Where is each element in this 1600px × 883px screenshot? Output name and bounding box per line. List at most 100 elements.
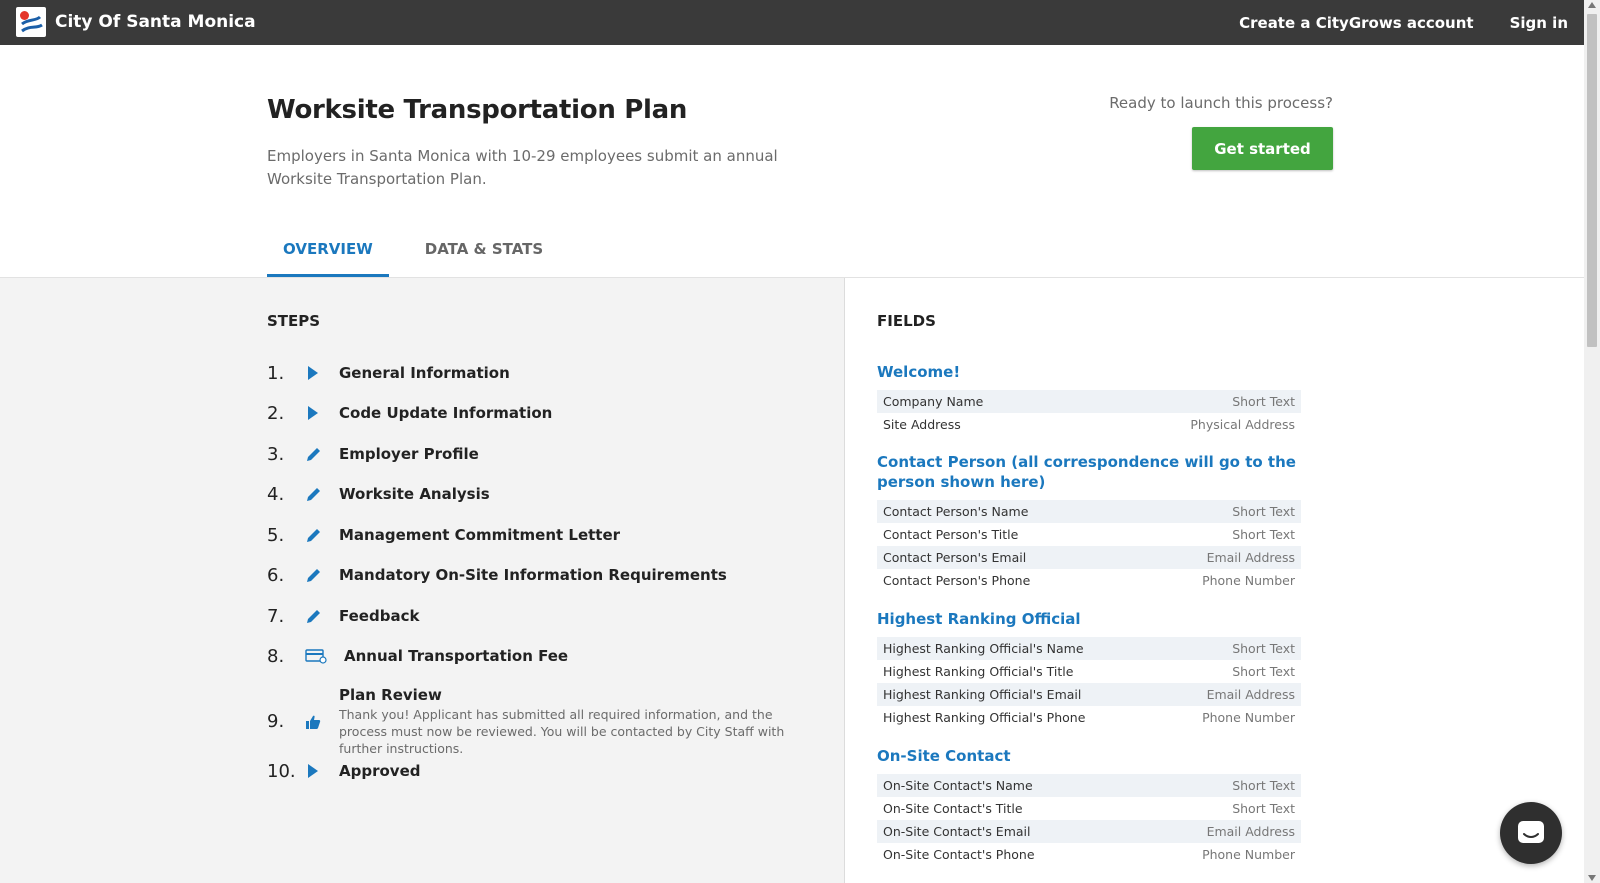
field-row: Highest Ranking Official's Title Short Te… bbox=[877, 660, 1301, 683]
brand-home-link[interactable]: City Of Santa Monica bbox=[16, 7, 256, 37]
field-row: On-Site Contact's Name Short Text bbox=[877, 774, 1301, 797]
field-type: Phone Number bbox=[1202, 573, 1295, 588]
step-number: 8. bbox=[267, 645, 285, 667]
field-name: On-Site Contact's Email bbox=[883, 824, 1031, 839]
field-row: On-Site Contact's Title Short Text bbox=[877, 797, 1301, 820]
page-subtitle: Employers in Santa Monica with 10-29 emp… bbox=[267, 147, 778, 188]
field-type: Phone Number bbox=[1202, 847, 1295, 862]
step-label: Worksite Analysis bbox=[339, 485, 490, 503]
field-group-title: Contact Person (all correspondence will … bbox=[877, 453, 1296, 491]
field-type: Short Text bbox=[1232, 801, 1295, 816]
step-label: Employer Profile bbox=[339, 445, 479, 463]
create-account-link[interactable]: Create a CityGrows account bbox=[1239, 14, 1473, 32]
field-type: Short Text bbox=[1232, 664, 1295, 679]
field-name: Contact Person's Phone bbox=[883, 573, 1031, 588]
step-label: Feedback bbox=[339, 607, 420, 625]
sign-in-link[interactable]: Sign in bbox=[1510, 14, 1568, 32]
step-item: 3. Employer Profile bbox=[267, 443, 479, 465]
play-icon bbox=[305, 760, 339, 782]
pencil-icon bbox=[305, 524, 339, 546]
step-number: 3. bbox=[267, 443, 285, 465]
field-name: Highest Ranking Official's Title bbox=[883, 664, 1074, 679]
step-label: Approved bbox=[339, 762, 421, 780]
field-name: Contact Person's Email bbox=[883, 550, 1027, 565]
step-label: Management Commitment Letter bbox=[339, 526, 621, 544]
step-label: Plan Review bbox=[339, 686, 442, 704]
field-row: Highest Ranking Official's Name Short Tex… bbox=[877, 637, 1301, 660]
field-row: Company Name Short Text bbox=[877, 390, 1301, 413]
field-type: Email Address bbox=[1206, 550, 1295, 565]
play-icon bbox=[305, 362, 339, 384]
field-name: On-Site Contact's Phone bbox=[883, 847, 1035, 862]
field-row: Contact Person's Phone Phone Number bbox=[877, 569, 1301, 592]
field-row: Site Address Physical Address bbox=[877, 413, 1301, 436]
tab-overview[interactable]: OVERVIEW bbox=[267, 236, 389, 278]
field-name: Company Name bbox=[883, 394, 984, 409]
tab-data-stats[interactable]: DATA & STATS bbox=[409, 236, 559, 278]
step-item: 5. Management Commitment Letter bbox=[267, 524, 620, 546]
step-number: 9. bbox=[267, 711, 285, 732]
field-name: Highest Ranking Official's Email bbox=[883, 687, 1082, 702]
field-type: Short Text bbox=[1232, 504, 1295, 519]
field-name: Highest Ranking Official's Phone bbox=[883, 710, 1086, 725]
pencil-icon bbox=[305, 564, 339, 586]
steps-heading: STEPS bbox=[267, 312, 321, 330]
tab-bar: OVERVIEW DATA & STATS bbox=[267, 236, 559, 278]
page-scrollbar[interactable] bbox=[1584, 0, 1600, 883]
step-number: 7. bbox=[267, 605, 285, 627]
field-name: Site Address bbox=[883, 417, 961, 432]
field-name: Contact Person's Name bbox=[883, 504, 1029, 519]
field-type: Short Text bbox=[1232, 394, 1295, 409]
pencil-icon bbox=[305, 443, 339, 465]
field-type: Email Address bbox=[1206, 824, 1295, 839]
scroll-thumb[interactable] bbox=[1587, 14, 1597, 347]
field-name: Contact Person's Title bbox=[883, 527, 1019, 542]
ready-prompt: Ready to launch this process? bbox=[1109, 94, 1333, 112]
step-item: 8. Annual Transportation Fee bbox=[267, 645, 568, 667]
top-navigation-bar: City Of Santa Monica Create a CityGrows … bbox=[0, 0, 1584, 45]
step-number: 1. bbox=[267, 362, 285, 384]
step-description: Thank you! Applicant has submitted all r… bbox=[339, 707, 785, 756]
field-row: Highest Ranking Official's Email Email Ad… bbox=[877, 683, 1301, 706]
step-number: 10. bbox=[267, 760, 296, 782]
field-type: Short Text bbox=[1232, 641, 1295, 656]
scroll-down-arrow-icon[interactable] bbox=[1588, 875, 1596, 881]
step-item: 9. Plan Review Thank you! Applicant has … bbox=[267, 686, 819, 757]
field-row: Contact Person's Title Short Text bbox=[877, 523, 1301, 546]
chat-launcher-button[interactable] bbox=[1500, 802, 1562, 864]
step-item: 2. Code Update Information bbox=[267, 402, 552, 424]
step-label: Code Update Information bbox=[339, 404, 553, 422]
step-label: General Information bbox=[339, 364, 510, 382]
field-type: Short Text bbox=[1232, 527, 1295, 542]
chat-icon bbox=[1518, 821, 1544, 843]
pencil-icon bbox=[305, 483, 339, 505]
step-number: 5. bbox=[267, 524, 285, 546]
field-name: Highest Ranking Official's Name bbox=[883, 641, 1084, 656]
field-row: On-Site Contact's Phone Phone Number bbox=[877, 843, 1301, 866]
field-type: Physical Address bbox=[1190, 417, 1295, 432]
field-name: On-Site Contact's Title bbox=[883, 801, 1023, 816]
step-label: Annual Transportation Fee bbox=[344, 647, 569, 665]
field-type: Email Address bbox=[1206, 687, 1295, 702]
play-icon bbox=[305, 402, 339, 424]
field-row: Contact Person's Name Short Text bbox=[877, 500, 1301, 523]
step-item: 1. General Information bbox=[267, 362, 510, 384]
pencil-icon bbox=[305, 605, 339, 627]
field-row: Contact Person's Email Email Address bbox=[877, 546, 1301, 569]
field-group-title: Welcome! bbox=[877, 363, 961, 381]
step-number: 4. bbox=[267, 483, 285, 505]
field-group-title: Highest Ranking Official bbox=[877, 610, 1081, 628]
field-type: Short Text bbox=[1232, 778, 1295, 793]
page-title: Worksite Transportation Plan bbox=[267, 95, 688, 125]
step-item: 10. Approved bbox=[267, 760, 420, 782]
step-number: 6. bbox=[267, 564, 285, 586]
field-type: Phone Number bbox=[1202, 710, 1295, 725]
city-logo-icon bbox=[16, 7, 46, 37]
scroll-up-arrow-icon[interactable] bbox=[1588, 2, 1596, 8]
field-row: Highest Ranking Official's Phone Phone Nu… bbox=[877, 706, 1301, 729]
get-started-button[interactable]: Get started bbox=[1192, 127, 1333, 170]
step-item: 6. Mandatory On-Site Information Require… bbox=[267, 564, 727, 586]
brand-name: City Of Santa Monica bbox=[55, 12, 256, 32]
field-row: On-Site Contact's Email Email Address bbox=[877, 820, 1301, 843]
credit-card-icon bbox=[305, 645, 339, 667]
